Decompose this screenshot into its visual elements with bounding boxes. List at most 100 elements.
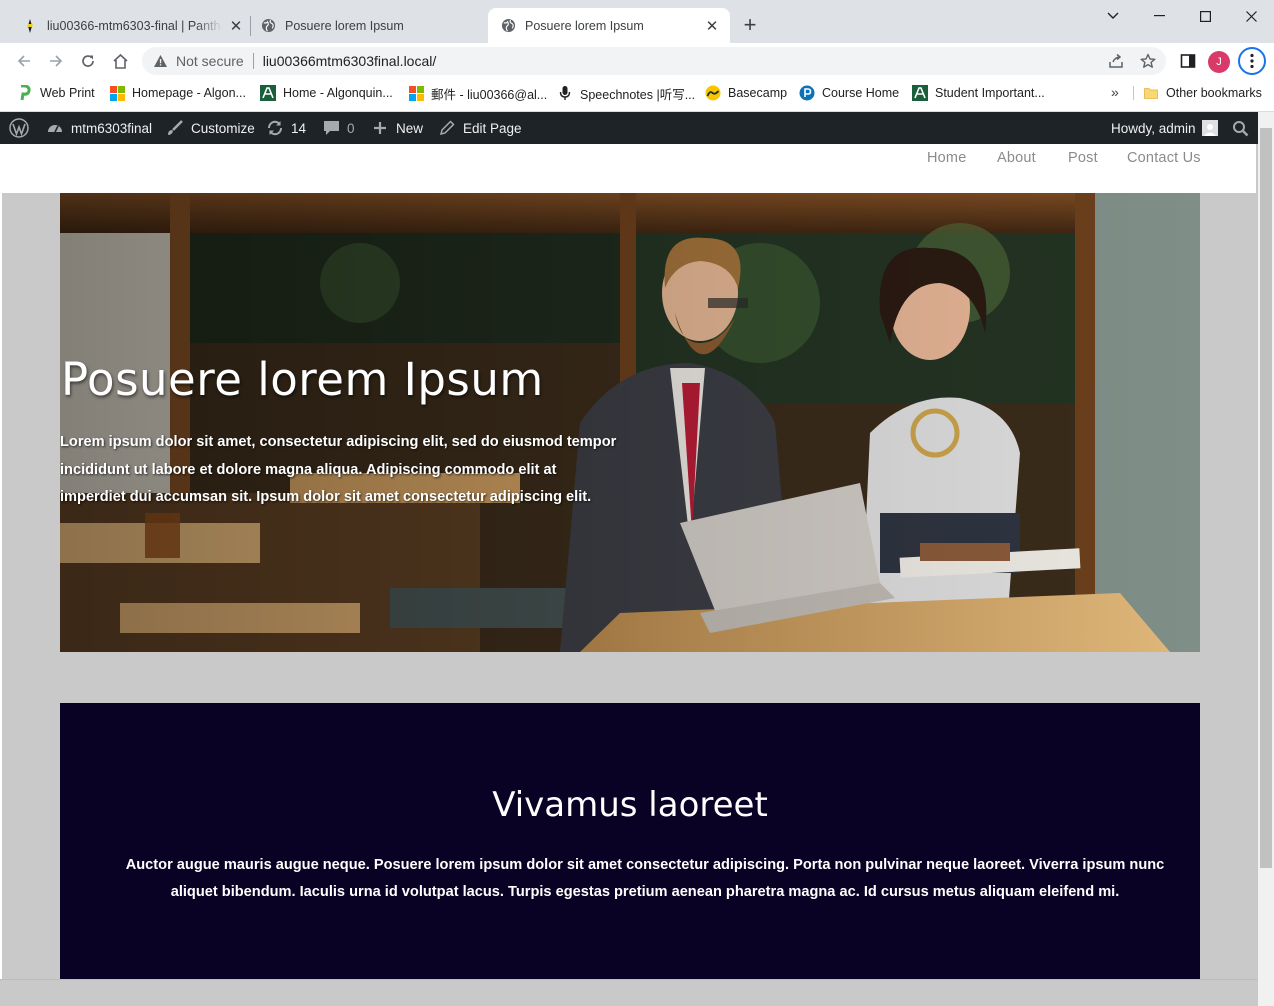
bookmark-label: Other bookmarks — [1166, 86, 1262, 100]
comment-icon — [321, 118, 341, 138]
profile-avatar[interactable]: J — [1208, 51, 1230, 73]
tab-title: liu00366-mtm6303-final | Pantheon — [47, 18, 222, 33]
basecamp-icon — [705, 85, 721, 101]
security-label[interactable]: Not secure — [176, 53, 244, 69]
bookmark-homepage-algonquin[interactable]: Homepage - Algon... — [109, 83, 246, 103]
nav-contact-us[interactable]: Contact Us — [1127, 150, 1201, 166]
bookmark-label: Basecamp — [728, 86, 788, 100]
reload-icon[interactable] — [75, 48, 101, 74]
site-name-label: mtm6303final — [71, 120, 153, 136]
hero-title: Posuere lorem Ipsum — [61, 353, 544, 406]
edit-page-label: Edit Page — [463, 120, 522, 136]
scrollbar-thumb[interactable] — [1260, 128, 1272, 868]
other-bookmarks-folder[interactable]: Other bookmarks — [1143, 83, 1262, 103]
bookmark-web-print[interactable]: Web Print — [17, 83, 95, 103]
page-viewport: mtm6303final Customize 14 0 New Edit Pag… — [0, 112, 1274, 1006]
bookmark-label: Student Important... — [935, 86, 1045, 100]
divider — [1133, 86, 1134, 100]
bookmark-home-algonquin[interactable]: Home - Algonquin... — [260, 83, 393, 103]
bookmark-speechnotes[interactable]: Speechnotes |听写... — [557, 83, 695, 103]
bookmark-label: 郵件 - liu00366@al... — [431, 87, 548, 102]
algonquin-icon — [912, 85, 928, 101]
bookmark-course-home[interactable]: Course Home — [799, 83, 899, 103]
tab-divider — [250, 16, 251, 36]
page-bottom — [0, 979, 1258, 1006]
my-account-link[interactable]: Howdy, admin — [1111, 112, 1218, 144]
bookmark-mail[interactable]: 郵件 - liu00366@al... — [408, 83, 547, 103]
bookmark-label: Home - Algonquin... — [283, 86, 393, 100]
tab-posuere-1[interactable]: Posuere lorem Ipsum — [256, 8, 486, 43]
section-text: Auctor augue mauris augue neque. Posuere… — [125, 857, 1165, 900]
more-bookmarks-button[interactable]: » — [1111, 84, 1119, 100]
pearson-icon — [799, 85, 815, 101]
close-tab-icon[interactable]: ✕ — [228, 18, 244, 35]
customize-label: Customize — [191, 120, 255, 136]
bookmarks-bar: Web Print Homepage - Algon... Home - Alg… — [0, 79, 1274, 106]
section-title: Vivamus laoreet — [492, 785, 768, 825]
microphone-icon — [557, 85, 573, 101]
tab-title: Posuere lorem Ipsum — [525, 18, 644, 33]
chrome-menu-icon[interactable] — [1238, 47, 1266, 75]
search-icon[interactable] — [1232, 112, 1249, 144]
comments-count: 0 — [347, 120, 355, 136]
algonquin-icon — [260, 85, 276, 101]
bookmark-label: Course Home — [822, 86, 900, 100]
star-icon[interactable] — [1135, 47, 1161, 75]
site-header: Home About Post Contact Us — [2, 144, 1256, 193]
wordpress-logo-icon[interactable] — [9, 112, 29, 144]
updates-link[interactable]: 14 — [265, 112, 306, 144]
divider — [252, 53, 254, 69]
close-window-icon[interactable] — [1228, 0, 1274, 32]
updates-icon — [265, 118, 285, 138]
customize-link[interactable]: Customize — [165, 112, 255, 144]
avatar — [1201, 120, 1218, 136]
nav-about[interactable]: About — [997, 150, 1036, 166]
tab-title: Posuere lorem Ipsum — [285, 18, 404, 33]
hero-text: Lorem ipsum dolor sit amet, consectetur … — [60, 434, 617, 505]
forward-icon[interactable] — [43, 48, 69, 74]
wp-admin-bar: mtm6303final Customize 14 0 New Edit Pag… — [0, 112, 1258, 144]
new-content-link[interactable]: New — [370, 112, 423, 144]
tab-strip: liu00366-mtm6303-final | Pantheon ✕ Posu… — [0, 0, 1274, 43]
tab-posuere-active[interactable]: Posuere lorem Ipsum ✕ — [488, 8, 730, 43]
bookmark-label: Web Print — [40, 86, 95, 100]
minimize-icon[interactable] — [1136, 0, 1182, 32]
back-icon[interactable] — [11, 48, 37, 74]
edit-page-link[interactable]: Edit Page — [437, 112, 522, 144]
maximize-icon[interactable] — [1182, 0, 1228, 32]
howdy-label: Howdy, admin — [1111, 120, 1196, 136]
home-icon[interactable] — [107, 48, 133, 74]
microsoft-icon — [109, 85, 125, 101]
site-name-link[interactable]: mtm6303final — [45, 112, 152, 144]
url-text[interactable]: liu00366mtm6303final.local/ — [263, 53, 437, 69]
nav-post[interactable]: Post — [1068, 150, 1098, 166]
dashboard-icon — [45, 118, 65, 138]
comments-link[interactable]: 0 — [321, 112, 355, 144]
page-edge — [0, 144, 2, 1006]
brush-icon — [165, 118, 185, 138]
tab-pantheon[interactable]: liu00366-mtm6303-final | Pantheon ✕ — [18, 8, 244, 43]
content-section: Vivamus laoreet Auctor augue mauris augu… — [60, 703, 1200, 979]
plus-icon — [370, 118, 390, 138]
hero-photo — [60, 193, 1200, 652]
webprint-icon — [17, 85, 33, 101]
bookmark-student-important[interactable]: Student Important... — [912, 83, 1045, 103]
tab-search-icon[interactable] — [1090, 0, 1136, 32]
updates-count: 14 — [291, 120, 307, 136]
new-tab-button[interactable]: + — [738, 12, 762, 37]
new-label: New — [396, 120, 424, 136]
globe-icon — [500, 18, 516, 34]
address-bar[interactable]: Not secure liu00366mtm6303final.local/ — [142, 47, 1166, 75]
pantheon-favicon — [22, 18, 38, 34]
bookmark-label: Speechnotes |听写... — [580, 87, 696, 102]
bookmark-basecamp[interactable]: Basecamp — [705, 83, 787, 103]
globe-icon — [260, 18, 276, 34]
folder-icon — [1143, 85, 1159, 101]
warning-icon[interactable] — [152, 53, 168, 69]
pencil-icon — [437, 118, 457, 138]
share-icon[interactable] — [1103, 47, 1129, 75]
nav-home[interactable]: Home — [927, 150, 966, 166]
close-tab-icon[interactable]: ✕ — [704, 18, 720, 35]
bookmark-label: Homepage - Algon... — [132, 86, 246, 100]
side-panel-icon[interactable] — [1175, 47, 1201, 75]
